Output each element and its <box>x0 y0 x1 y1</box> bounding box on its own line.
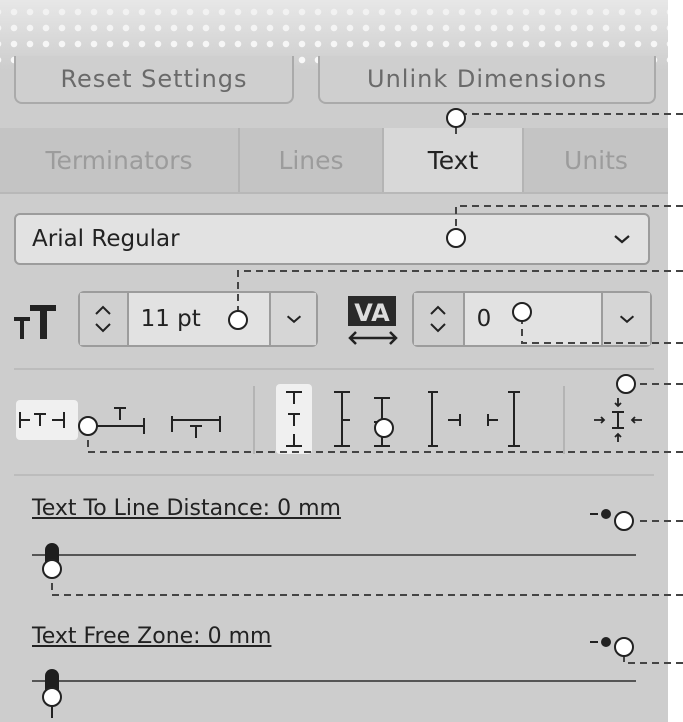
font-select[interactable]: Arial Regular <box>14 213 650 265</box>
dimension-settings-panel: Reset Settings Unlink Dimensions Termina… <box>0 0 668 722</box>
tab-text[interactable]: Text <box>384 128 524 192</box>
tracking-value[interactable]: 0 <box>465 293 602 345</box>
stepper-up-down-icon[interactable] <box>414 293 465 345</box>
stepper-up-down-icon[interactable] <box>80 293 129 345</box>
text-vertical-center-icon <box>276 384 312 454</box>
text-inline-center-icon <box>16 400 78 440</box>
slider-reset-icon[interactable] <box>588 508 620 520</box>
text-to-line-distance-slider[interactable] <box>32 554 636 556</box>
font-select-value: Arial Regular <box>32 226 180 252</box>
tab-lines[interactable]: Lines <box>240 128 384 192</box>
font-size-value[interactable]: 11 pt <box>129 293 270 345</box>
font-size-icon <box>14 305 56 339</box>
reset-settings-button[interactable]: Reset Settings <box>14 56 294 104</box>
tracking-dropdown-button[interactable] <box>601 293 650 345</box>
text-free-zone-slider[interactable] <box>32 680 636 682</box>
text-to-line-distance-label: Text To Line Distance: 0 mm <box>32 496 341 521</box>
font-size-dropdown-button[interactable] <box>269 293 316 345</box>
tab-units[interactable]: Units <box>524 128 668 192</box>
unlink-dimensions-label: Unlink Dimensions <box>367 65 607 93</box>
chevron-down-icon <box>614 235 630 244</box>
font-size-stepper[interactable]: 11 pt <box>78 291 318 347</box>
reset-settings-label: Reset Settings <box>60 65 248 93</box>
divider <box>14 368 654 370</box>
text-vertical-left-icon <box>334 391 350 447</box>
text-above-icon <box>96 407 145 434</box>
chevron-down-icon <box>619 315 634 324</box>
text-placement-options <box>16 384 642 454</box>
text-free-zone-label: Text Free Zone: 0 mm <box>32 624 272 649</box>
unlink-dimensions-button[interactable]: Unlink Dimensions <box>318 56 656 104</box>
tab-bar: Terminators Lines Text Units <box>0 128 668 194</box>
text-side-left-icon <box>487 391 520 447</box>
slider-thumb[interactable] <box>45 543 59 565</box>
svg-text:VA: VA <box>354 299 390 327</box>
tracking-va-icon: VA <box>348 296 398 345</box>
text-vertical-right-icon <box>374 397 390 447</box>
slider-reset-icon[interactable] <box>588 636 620 648</box>
text-side-right-icon <box>428 391 461 447</box>
divider <box>14 474 654 476</box>
slider-thumb[interactable] <box>45 669 59 691</box>
tracking-stepper[interactable]: 0 <box>412 291 652 347</box>
tab-terminators[interactable]: Terminators <box>0 128 240 192</box>
text-free-move-icon <box>594 398 642 442</box>
text-below-icon <box>171 416 221 438</box>
chevron-down-icon <box>286 315 301 324</box>
